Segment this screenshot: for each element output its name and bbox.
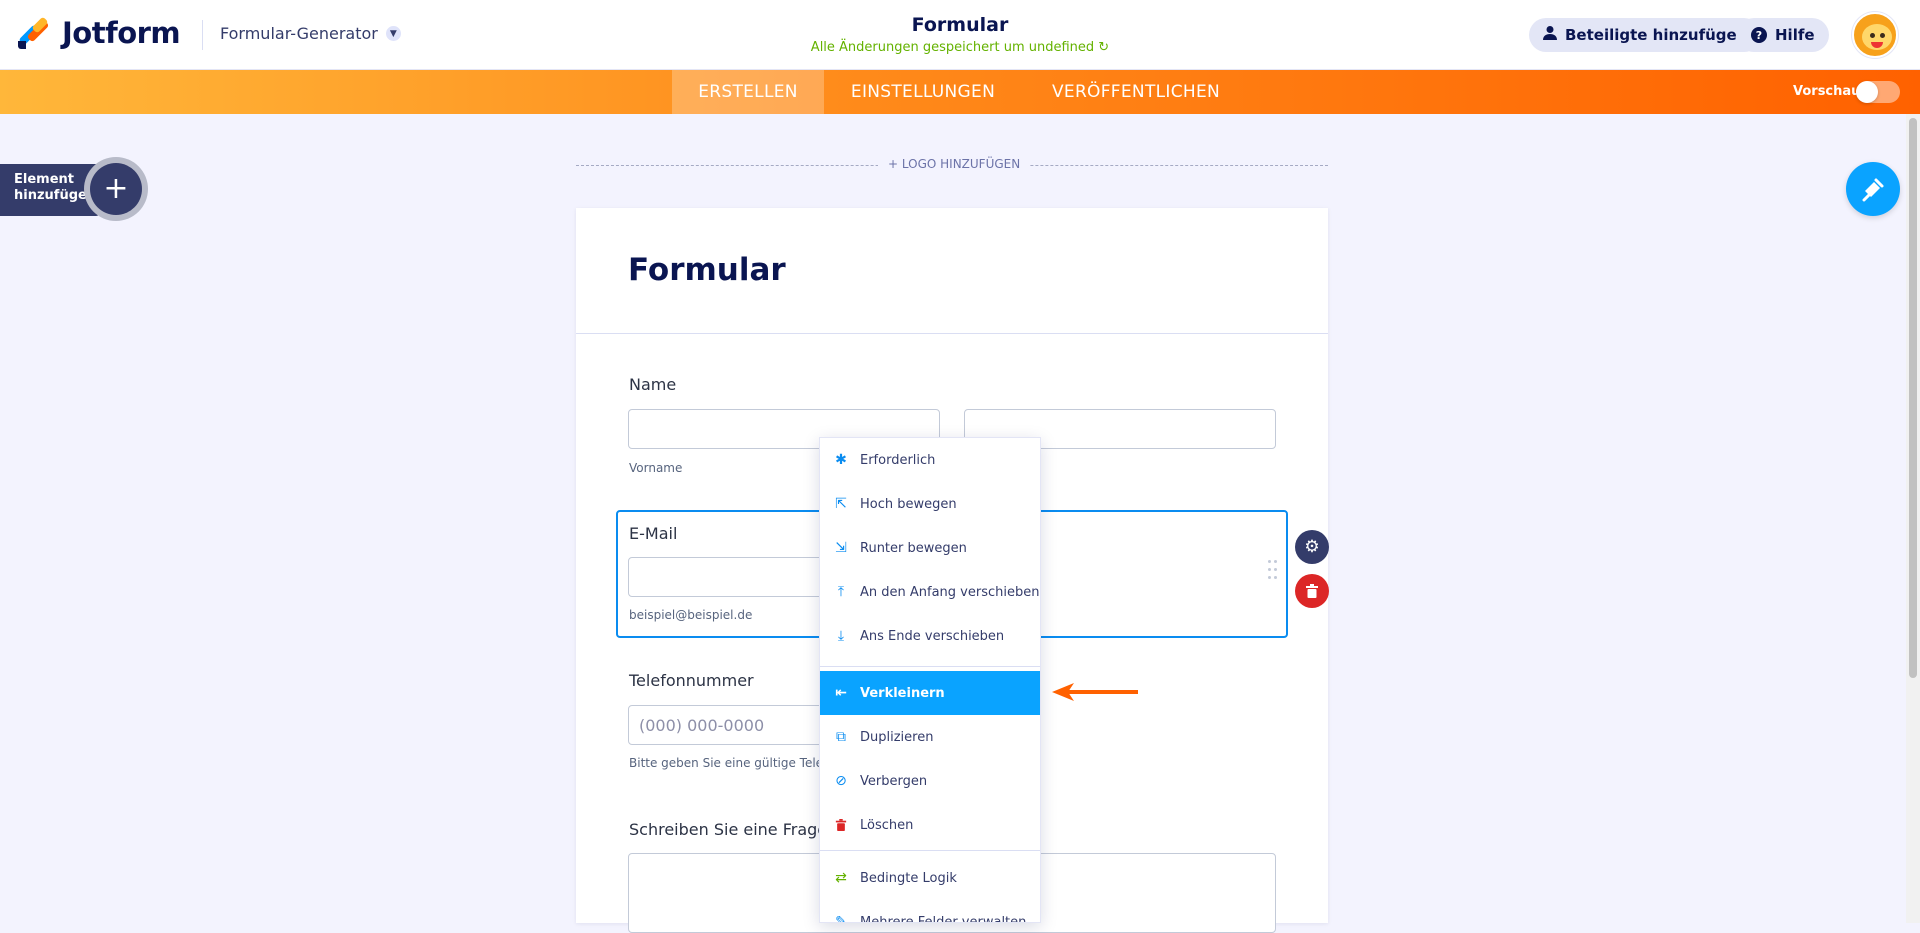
save-status: Alle Änderungen gespeichert um undefined… — [700, 40, 1220, 55]
email-label[interactable]: E-Mail — [629, 524, 677, 543]
menu-item-delete[interactable]: Löschen — [820, 803, 1040, 847]
menu-item-label: Verbergen — [860, 773, 928, 789]
preview-label: Vorschau — [1793, 84, 1861, 99]
header-divider — [202, 20, 203, 50]
preview-toggle[interactable] — [1856, 81, 1900, 103]
field-context-menu: ✱ Erforderlich ⇱ Hoch bewegen ⇲ Runter b… — [819, 437, 1041, 923]
drag-handle-icon[interactable] — [1268, 560, 1278, 584]
paint-roller-icon — [1862, 178, 1884, 202]
header-form-title[interactable]: Formular — [700, 14, 1220, 36]
avatar-eye-left — [1870, 33, 1875, 38]
menu-item-shrink[interactable]: ⇤ Verkleinern — [820, 671, 1040, 715]
trash-icon — [1306, 584, 1318, 598]
form-heading[interactable]: Formular — [628, 252, 786, 288]
help-button[interactable]: ? Hilfe — [1737, 18, 1829, 52]
move-bottom-icon: ⤓ — [837, 628, 845, 644]
tab-veroeffentlichen[interactable]: VERÖFFENTLICHEN — [1022, 70, 1250, 114]
add-participants-label: Beteiligte hinzufügen — [1565, 26, 1748, 44]
email-sublabel: beispiel@beispiel.de — [629, 608, 753, 622]
plus-icon: + — [90, 163, 142, 215]
menu-item-hide[interactable]: ⊘ Verbergen — [820, 759, 1040, 803]
menu-item-label: An den Anfang verschieben — [860, 584, 1040, 600]
menu-item-duplicate[interactable]: ⧉ Duplizieren — [820, 715, 1040, 759]
help-label: Hilfe — [1775, 26, 1815, 44]
move-top-icon: ⤒ — [837, 584, 845, 600]
field-delete-button[interactable] — [1295, 574, 1329, 608]
add-participants-button[interactable]: Beteiligte hinzufügen — [1529, 18, 1762, 52]
avatar-eye-right — [1880, 33, 1885, 38]
menu-item-move-bottom[interactable]: ⤓ Ans Ende verschieben — [820, 614, 1040, 658]
menu-item-label: Hoch bewegen — [860, 496, 957, 512]
chevron-down-icon: ▼ — [385, 26, 401, 41]
refresh-icon: ↻ — [1098, 40, 1110, 55]
menu-item-label: Duplizieren — [860, 729, 934, 745]
page-scrollbar[interactable] — [1906, 114, 1920, 923]
scrollbar-thumb[interactable] — [1909, 118, 1917, 678]
add-element-button[interactable]: + — [84, 157, 148, 221]
add-logo-button[interactable]: + LOGO HINZUFÜGEN — [878, 157, 1031, 171]
menu-item-move-top[interactable]: ⤒ An den Anfang verschieben — [820, 570, 1040, 614]
annotation-arrow-icon — [1052, 683, 1138, 701]
brand-name: Jotform — [62, 16, 181, 50]
phone-label[interactable]: Telefonnummer — [629, 671, 754, 690]
menu-item-move-down[interactable]: ⇲ Runter bewegen — [820, 526, 1040, 570]
phone-sublabel: Bitte geben Sie eine gültige Telefo — [629, 756, 835, 770]
hide-icon: ⊘ — [835, 773, 847, 789]
field-settings-button[interactable]: ⚙ — [1295, 530, 1329, 564]
manage-fields-icon: ✎ — [835, 914, 847, 923]
first-name-sublabel: Vorname — [629, 461, 683, 475]
menu-item-label: Ans Ende verschieben — [860, 628, 1005, 644]
menu-item-required[interactable]: ✱ Erforderlich — [820, 438, 1040, 482]
menu-separator — [820, 850, 1040, 851]
jotform-logo-icon — [18, 16, 50, 49]
builder-nav: ERSTELLEN EINSTELLUNGEN VERÖFFENTLICHEN … — [0, 70, 1920, 114]
shrink-icon: ⇤ — [835, 685, 847, 701]
user-icon — [1543, 25, 1557, 45]
name-label[interactable]: Name — [629, 375, 676, 394]
form-designer-button[interactable] — [1846, 162, 1900, 216]
menu-item-conditional-logic[interactable]: ⇄ Bedingte Logik — [820, 856, 1040, 900]
move-down-icon: ⇲ — [835, 540, 847, 556]
top-bar: Jotform Formular-Generator ▼ Formular Al… — [0, 0, 1920, 70]
product-name: Formular-Generator — [220, 24, 378, 43]
help-icon: ? — [1751, 27, 1767, 43]
save-status-text: Alle Änderungen gespeichert um undefined — [810, 40, 1095, 55]
asterisk-icon: ✱ — [835, 452, 847, 468]
phone-placeholder: (000) 000-0000 — [639, 716, 765, 735]
tab-erstellen[interactable]: ERSTELLEN — [672, 70, 824, 114]
menu-item-label: Bedingte Logik — [860, 870, 957, 886]
gear-icon: ⚙ — [1304, 537, 1320, 557]
logic-icon: ⇄ — [835, 870, 847, 886]
move-up-icon: ⇱ — [835, 496, 847, 512]
form-divider — [576, 333, 1328, 334]
menu-item-label: Löschen — [860, 817, 914, 833]
menu-item-manage-fields[interactable]: ✎ Mehrere Felder verwalten — [820, 900, 1040, 923]
tab-einstellungen[interactable]: EINSTELLUNGEN — [824, 70, 1022, 114]
menu-item-move-up[interactable]: ⇱ Hoch bewegen — [820, 482, 1040, 526]
trash-icon — [833, 817, 849, 833]
menu-item-label: Runter bewegen — [860, 540, 967, 556]
question-label[interactable]: Schreiben Sie eine Frage — [629, 820, 827, 839]
menu-item-label: Erforderlich — [860, 452, 936, 468]
menu-item-label: Verkleinern — [860, 685, 945, 701]
avatar[interactable] — [1852, 12, 1898, 58]
toggle-knob — [1856, 81, 1878, 103]
form-title-area: Formular Alle Änderungen gespeichert um … — [700, 14, 1220, 55]
product-switcher[interactable]: Formular-Generator ▼ — [220, 24, 401, 43]
jotform-logo[interactable]: Jotform — [18, 16, 181, 50]
menu-separator — [820, 666, 1040, 667]
menu-item-label: Mehrere Felder verwalten — [860, 914, 1027, 923]
duplicate-icon: ⧉ — [836, 729, 846, 745]
